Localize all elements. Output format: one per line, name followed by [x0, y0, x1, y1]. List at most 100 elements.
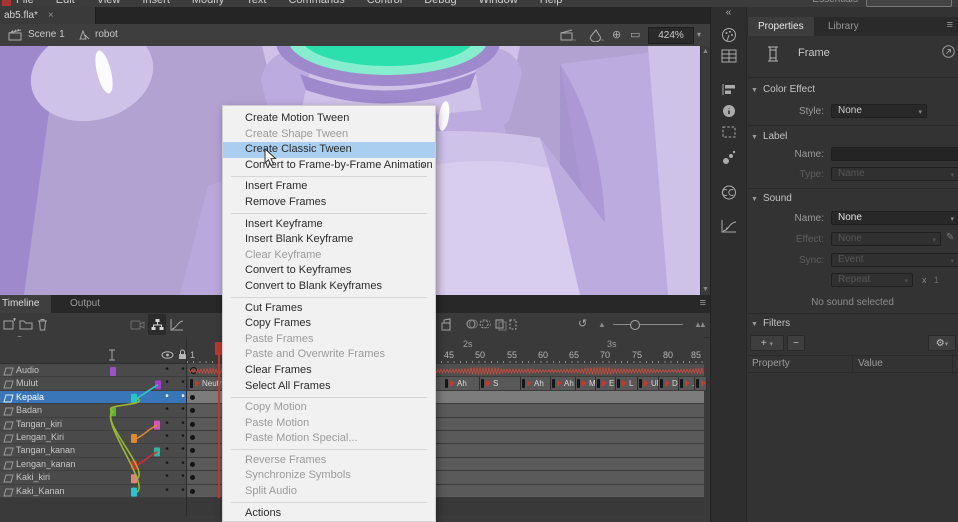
- loop-icon[interactable]: ↺: [578, 317, 587, 330]
- menu-item-actions[interactable]: Actions: [223, 506, 435, 522]
- menu-item-create-classic-tween[interactable]: Create Classic Tween: [223, 142, 435, 158]
- document-tab[interactable]: ab5.fla* ×: [0, 7, 96, 24]
- graph-editor-icon[interactable]: [170, 318, 184, 331]
- workspace-switcher[interactable]: Essentials: [812, 0, 858, 5]
- filter-options-button[interactable]: ⚙▾: [928, 335, 956, 351]
- menu-view[interactable]: View: [97, 0, 121, 6]
- breadcrumb-symbol[interactable]: robot: [95, 29, 118, 40]
- color-panel-icon[interactable]: [721, 27, 737, 42]
- help-link-icon[interactable]: [942, 45, 955, 58]
- section-color-effect[interactable]: ▼Color Effect: [751, 84, 815, 95]
- timeline-zoom-slider-track[interactable]: [613, 324, 683, 325]
- menu-item-copy-frames[interactable]: Copy Frames: [223, 316, 435, 332]
- stage-vertical-scrollbar[interactable]: ▲ ▼: [700, 46, 710, 295]
- onion-skin-icons[interactable]: [465, 318, 517, 331]
- menu-item-create-motion-tween[interactable]: Create Motion Tween: [223, 111, 435, 127]
- insert-frame-icon[interactable]: [440, 318, 455, 331]
- label-name-input[interactable]: [831, 147, 958, 161]
- menu-modify[interactable]: Modify: [192, 0, 224, 6]
- section-label[interactable]: ▼Label: [751, 131, 787, 142]
- collapse-dock-icon[interactable]: «: [711, 7, 746, 18]
- filters-col-property: Property: [752, 358, 790, 369]
- section-sound[interactable]: ▼Sound: [751, 193, 792, 204]
- align-panel-icon[interactable]: [721, 83, 737, 96]
- edit-sound-envelope-icon[interactable]: ✎: [946, 232, 954, 243]
- edit-symbols-icon[interactable]: [588, 28, 605, 42]
- menu-help[interactable]: Help: [540, 0, 563, 6]
- tab-output[interactable]: Output: [58, 295, 112, 313]
- app-logo-icon[interactable]: [2, 0, 11, 6]
- menu-item-convert-to-blank-keyframes[interactable]: Convert to Blank Keyframes: [223, 279, 435, 295]
- transform-panel-icon[interactable]: [721, 125, 737, 139]
- show-parenting-icon[interactable]: [151, 318, 164, 331]
- edit-scene-icon[interactable]: [560, 29, 577, 42]
- menu-control[interactable]: Control: [367, 0, 402, 6]
- eye-column-icon[interactable]: [161, 351, 174, 359]
- lipsync-keyframe[interactable]: Ah: [551, 377, 576, 390]
- clip-content-icon[interactable]: ▭: [630, 28, 640, 41]
- lipsync-keyframe[interactable]: ..: [679, 377, 695, 390]
- lipsync-keyframe[interactable]: E: [596, 377, 616, 390]
- lipsync-keyframe[interactable]: L: [616, 377, 638, 390]
- search-input[interactable]: [866, 0, 952, 7]
- menu-item-convert-to-keyframes[interactable]: Convert to Keyframes: [223, 263, 435, 279]
- breadcrumb-scene[interactable]: Scene 1: [28, 29, 65, 40]
- sound-name-dropdown[interactable]: None▾: [831, 211, 958, 225]
- ruler-number: 80: [663, 350, 673, 360]
- scroll-up-icon[interactable]: ▲: [702, 48, 709, 55]
- lipsync-keyframe[interactable]: Uh: [638, 377, 659, 390]
- zoom-in-timeline-icon[interactable]: ▲▲: [694, 320, 704, 329]
- info-panel-icon[interactable]: [722, 104, 736, 118]
- timeline-panel-menu-icon[interactable]: ≡: [700, 297, 706, 309]
- menu-file[interactable]: File: [16, 0, 34, 6]
- zoom-out-timeline-icon[interactable]: ▲: [598, 320, 606, 329]
- lipsync-keyframe[interactable]: Ah: [521, 377, 551, 390]
- delete-layer-icon[interactable]: [37, 318, 48, 331]
- menu-insert[interactable]: Insert: [142, 0, 170, 6]
- section-filters[interactable]: ▼Filters: [751, 318, 790, 329]
- center-frame-icon[interactable]: ⊕: [612, 28, 621, 41]
- playhead-line[interactable]: [218, 351, 220, 498]
- add-filter-button[interactable]: + ▾: [750, 335, 784, 351]
- menu-item-insert-keyframe[interactable]: Insert Keyframe: [223, 217, 435, 233]
- menu-text[interactable]: Text: [246, 0, 266, 6]
- lipsync-keyframe[interactable]: S: [480, 377, 521, 390]
- menu-item-remove-frames[interactable]: Remove Frames: [223, 195, 435, 211]
- lipsync-keyframe[interactable]: D: [659, 377, 679, 390]
- close-icon[interactable]: ×: [48, 10, 54, 21]
- new-folder-icon[interactable]: [19, 319, 33, 330]
- repeat-count-value[interactable]: 1: [934, 275, 939, 285]
- menu-item-convert-to-frame-by-frame-animation[interactable]: Convert to Frame-by-Frame Animation›: [223, 158, 435, 174]
- lipsync-keyframe[interactable]: M: [576, 377, 596, 390]
- tab-properties[interactable]: Properties: [748, 17, 814, 36]
- history-panel-icon[interactable]: [721, 219, 737, 233]
- tab-timeline[interactable]: Timeline: [0, 295, 51, 313]
- brush-panel-icon[interactable]: [722, 150, 736, 165]
- menu-separator: [231, 176, 427, 177]
- menu-debug[interactable]: Debug: [424, 0, 456, 6]
- menu-commands[interactable]: Commands: [288, 0, 344, 6]
- collapsed-panels-strip: «: [711, 7, 747, 522]
- cc-libraries-icon[interactable]: [721, 185, 737, 200]
- menu-item-select-all-frames[interactable]: Select All Frames: [223, 379, 435, 395]
- lipsync-keyframe[interactable]: S: [695, 377, 707, 390]
- zoom-level-input[interactable]: 424%: [648, 27, 694, 44]
- scroll-down-icon[interactable]: ▼: [702, 286, 709, 293]
- animate-application-window: File Edit View Insert Modify Text Commands Cont…: [0, 0, 958, 522]
- tab-library[interactable]: Library: [818, 17, 869, 36]
- style-dropdown[interactable]: None▾: [831, 104, 927, 118]
- lipsync-keyframe[interactable]: Ah: [444, 377, 480, 390]
- new-layer-icon[interactable]: [3, 318, 16, 331]
- menu-window[interactable]: Window: [479, 0, 518, 6]
- remove-filter-button[interactable]: −: [787, 335, 805, 351]
- zoom-dropdown-icon[interactable]: ▾: [697, 30, 701, 39]
- menu-edit[interactable]: Edit: [56, 0, 75, 6]
- menu-item-cut-frames[interactable]: Cut Frames: [223, 301, 435, 317]
- camera-icon[interactable]: [130, 319, 145, 330]
- menu-item-clear-frames[interactable]: Clear Frames: [223, 363, 435, 379]
- swatches-panel-icon[interactable]: [721, 49, 737, 63]
- menu-item-insert-frame[interactable]: Insert Frame: [223, 179, 435, 195]
- properties-panel-menu-icon[interactable]: ≡: [947, 19, 953, 31]
- menu-item-insert-blank-keyframe[interactable]: Insert Blank Keyframe: [223, 232, 435, 248]
- timeline-zoom-slider-knob[interactable]: [630, 320, 640, 330]
